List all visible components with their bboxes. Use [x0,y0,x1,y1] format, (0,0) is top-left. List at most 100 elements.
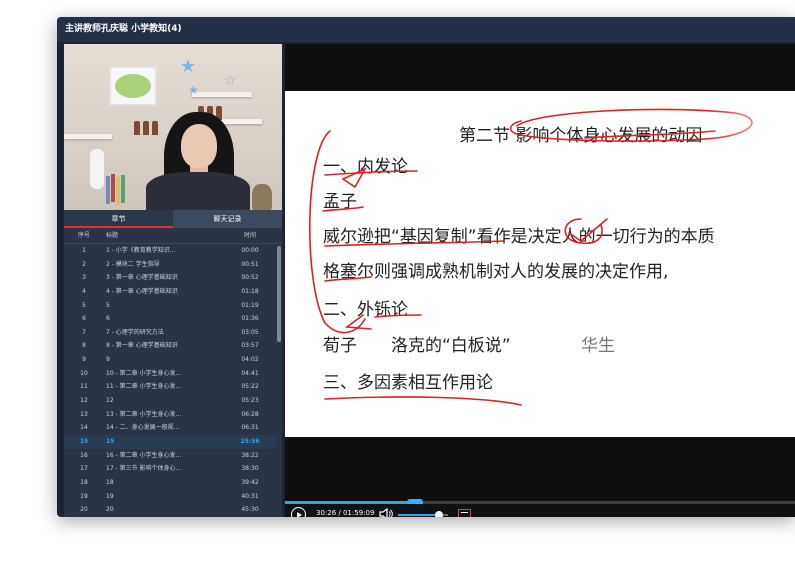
chapter-num: 9 [82,356,86,364]
header-title: 标题 [106,232,119,239]
chapter-num: 10 [80,369,88,377]
chapter-title: 19 [106,492,114,500]
chapter-title: 18 [106,478,114,486]
webcam-shelf [64,134,112,139]
slide-line: 孟子 [323,192,357,212]
chapter-row[interactable]: 14 14 - 二、身心发展一般规... 06:31 [64,421,276,435]
volume-handle[interactable] [435,511,443,517]
chapter-time: 05:23 [241,397,259,405]
chapter-num: 20 [80,506,88,514]
chapter-row[interactable]: 16 16 - 第二章 小学生身心发... 38:22 [64,449,276,463]
chapter-row[interactable]: 7 7 - 心理学的研究方法 03:05 [64,326,276,340]
header-num: 序号 [77,232,90,239]
chapter-num: 12 [80,397,88,405]
chapter-row[interactable]: 4 4 - 第一章 心理学基础知识 01:18 [64,285,276,299]
teacher-webcam: ★ ☆ ★ [64,44,282,210]
chapter-row[interactable]: 2 2 - 模块二 学生指导 00:51 [64,258,276,272]
list-header: 序号 标题 时间 [64,228,282,244]
chapter-time: 05:22 [241,383,259,391]
chapter-time: 45:30 [241,506,259,514]
chapter-row[interactable]: 12 12 05:23 [64,394,276,408]
chapter-row[interactable]: 19 19 40:31 [64,490,276,504]
chapter-num: 18 [80,478,88,486]
scrollbar-thumb[interactable] [277,246,281,342]
slide-line: 一、内发论 [323,157,408,177]
chapter-num: 11 [80,383,88,391]
chapter-title: 15 [106,437,115,445]
chapter-title: 3 - 第一章 心理学基础知识 [106,274,178,282]
volume-fill [398,514,439,516]
volume-icon[interactable] [379,508,393,517]
chapter-row[interactable]: 6 6 01:36 [64,312,276,326]
chapter-time: 00:00 [241,247,259,254]
chapter-title: 9 [106,356,110,364]
bottle [152,121,158,135]
chapter-row[interactable]: 15 15 25:36 [64,434,276,449]
chapter-row[interactable]: 13 13 - 第二章 小学生身心发... 06:28 [64,408,276,422]
screenshot-icon[interactable] [458,509,471,517]
chapter-title: 4 - 第一章 心理学基础知识 [106,287,178,295]
play-icon[interactable] [291,507,306,517]
lecture-slide: 第二节 影响个体身心发展的动因 一、内发论 孟子 威尔逊把“基因复制”看作是决定… [285,91,795,437]
chapter-num: 8 [82,342,86,350]
chapter-title: 7 - 心理学的研究方法 [106,328,164,336]
chapter-time: 03:05 [241,328,259,336]
playback-time: 30:26 / 01:59:09 [316,509,375,517]
chapter-num: 17 [80,465,88,473]
chapter-title: 13 - 第二章 小学生身心发... [106,410,182,418]
chapter-num: 16 [80,451,88,459]
slide-line: 格塞尔则强调成熟机制对人的发展的决定作用, [323,262,669,282]
chapter-row[interactable]: 5 5 01:19 [64,299,276,313]
chapter-time: 38:22 [241,451,259,459]
chapter-title: 1 - 小学《教育教学知识... [106,247,176,254]
panel-tabs: 章节 聊天记录 [64,210,282,228]
chapter-num: 4 [82,287,86,295]
chapter-row[interactable]: 17 17 - 第三节 影响个体身心... 38:30 [64,462,276,476]
chapter-row[interactable]: 9 9 04:02 [64,353,276,367]
star-decoration-icon: ☆ [224,73,237,89]
chapter-num: 19 [80,492,88,500]
chapter-num: 2 [82,260,86,268]
chapter-row[interactable]: 8 8 - 第一章 心理学基础知识 03:57 [64,339,276,353]
chapter-row[interactable]: 11 11 - 第二章 小学生身心发... 05:22 [64,380,276,394]
slide-line: 华生 [581,336,615,356]
chapter-title: 17 - 第三节 影响个体身心... [106,465,182,473]
tab-chapters[interactable]: 章节 [64,210,173,228]
slide-line: 三、多因素相互作用论 [323,373,493,393]
chapter-row[interactable]: 1 1 - 小学《教育教学知识... 00:00 [64,244,276,258]
chapter-time: 04:02 [241,356,259,364]
ink-underline-6 [324,396,522,406]
tab-chat-log[interactable]: 聊天记录 [173,210,282,228]
chapter-num: 14 [80,424,88,432]
header-time: 时间 [243,232,256,239]
star-decoration-icon: ★ [188,83,199,97]
chapter-title: 10 - 第二章 小学生身心发... [106,369,182,377]
left-panel: ★ ☆ ★ 章节 聊天记录 序号 标题 时间 1 1 - 小学《教育教学知识..… [64,44,282,517]
chapter-num: 6 [82,315,86,323]
chapter-time: 01:19 [241,301,259,309]
chapter-time: 01:18 [241,287,259,295]
chapter-title: 12 [106,397,114,405]
chapter-row[interactable]: 20 20 45:30 [64,503,276,517]
list-scrollbar[interactable] [276,244,282,517]
book [111,174,115,202]
chapter-num: 1 [82,247,86,254]
chapter-title: 6 [106,315,110,323]
volume-slider[interactable] [398,511,448,517]
chapter-row[interactable]: 3 3 - 第一章 心理学基础知识 00:52 [64,271,276,285]
chapter-time: 06:31 [241,424,259,432]
video-area[interactable]: 第二节 影响个体身心发展的动因 一、内发论 孟子 威尔逊把“基因复制”看作是决定… [285,44,795,517]
slide-line: 二、外铄论 [323,300,408,320]
chapter-num: 7 [82,328,86,336]
chapter-title: 11 - 第二章 小学生身心发... [106,383,182,391]
teacher-body [146,172,250,210]
chapter-row[interactable]: 10 10 - 第二章 小学生身心发... 04:41 [64,367,276,381]
chapter-row[interactable]: 18 18 39:42 [64,476,276,490]
bottle [134,121,140,135]
chapter-title: 14 - 二、身心发展一般规... [106,424,180,432]
chapter-num: 15 [79,437,89,445]
chapter-title: 8 - 第一章 心理学基础知识 [106,342,178,350]
slide-heading: 第二节 影响个体身心发展的动因 [459,126,703,146]
chapter-title: 2 - 模块二 学生指导 [106,260,160,268]
slide-edge-fade [705,91,795,437]
